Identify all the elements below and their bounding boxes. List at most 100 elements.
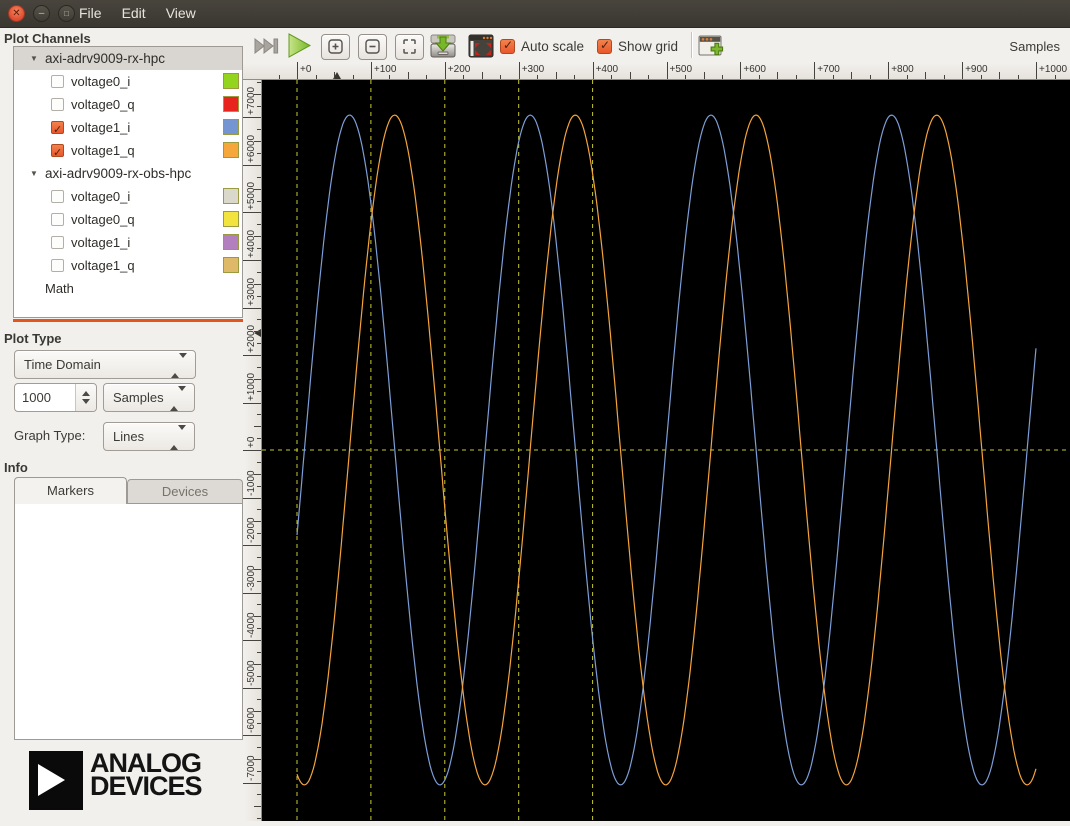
y-minor-tick bbox=[257, 366, 261, 368]
channel-row-axi-adrv9009-rx-hpc-voltage1_i[interactable]: ✓ voltage1_i bbox=[14, 116, 242, 139]
y-ruler[interactable]: +7000 +6000 +5000 +4000 +3000 +2000 +1000 +0 -10… bbox=[243, 80, 262, 821]
close-button[interactable]: ✕ bbox=[8, 5, 25, 22]
channel-label: voltage1_i bbox=[71, 120, 131, 135]
waveform-canvas bbox=[262, 80, 1070, 821]
channel-color-swatch[interactable] bbox=[223, 142, 239, 158]
math-row[interactable]: Math bbox=[14, 277, 242, 300]
show-grid-label: Show grid bbox=[618, 39, 679, 54]
zoom-fit-button[interactable] bbox=[395, 34, 424, 60]
sample-count-input[interactable] bbox=[15, 384, 80, 411]
channel-label: voltage1_q bbox=[71, 143, 135, 158]
y-major-tick bbox=[243, 735, 261, 736]
tab-devices[interactable]: Devices bbox=[127, 479, 243, 504]
device-row-axi-adrv9009-rx-obs-hpc[interactable]: ▼ axi-adrv9009-rx-obs-hpc bbox=[14, 162, 242, 185]
channel-row-axi-adrv9009-rx-hpc-voltage0_i[interactable]: voltage0_i bbox=[14, 70, 242, 93]
toolbar-separator bbox=[691, 32, 692, 58]
x-tick-label: +500 bbox=[669, 64, 693, 75]
channel-color-swatch[interactable] bbox=[223, 257, 239, 273]
expander-triangle-icon[interactable]: ▼ bbox=[30, 47, 38, 70]
plot-type-heading: Plot Type bbox=[4, 331, 62, 346]
channel-color-swatch[interactable] bbox=[223, 96, 239, 112]
new-plot-icon[interactable] bbox=[697, 33, 727, 60]
channel-label: voltage1_q bbox=[71, 258, 135, 273]
channel-checkbox[interactable] bbox=[51, 98, 64, 111]
menu-edit[interactable]: Edit bbox=[115, 0, 153, 27]
x-ruler[interactable]: +0 +100 +200 +300 +400 +500 +600 +700 +800 +900 +1… bbox=[262, 62, 1070, 80]
x-minor-tick bbox=[574, 75, 576, 79]
channel-row-axi-adrv9009-rx-obs-hpc-voltage0_i[interactable]: voltage0_i bbox=[14, 185, 242, 208]
panel-separator[interactable] bbox=[13, 319, 243, 322]
channel-color-swatch[interactable] bbox=[223, 73, 239, 89]
channel-color-swatch[interactable] bbox=[223, 188, 239, 204]
menu-view[interactable]: View bbox=[159, 0, 203, 27]
channel-color-swatch[interactable] bbox=[223, 119, 239, 135]
channel-row-axi-adrv9009-rx-obs-hpc-voltage1_i[interactable]: voltage1_i bbox=[14, 231, 242, 254]
y-major-tick bbox=[243, 545, 261, 546]
spinner-buttons[interactable] bbox=[75, 384, 96, 411]
x-minor-tick bbox=[832, 75, 834, 79]
x-tick-label: +900 bbox=[965, 64, 988, 75]
x-minor-tick bbox=[611, 75, 613, 79]
plot-type-select[interactable]: Time Domain bbox=[14, 350, 196, 379]
y-minor-tick bbox=[257, 533, 261, 535]
capture-once-icon[interactable] bbox=[254, 38, 279, 54]
y-major-tick bbox=[243, 307, 261, 309]
auto-scale-checkbox[interactable]: ✓ bbox=[500, 38, 515, 54]
y-minor-tick bbox=[254, 236, 261, 238]
channel-tree[interactable]: ▼ axi-adrv9009-rx-hpc voltage0_i voltage0_q… bbox=[13, 46, 243, 318]
y-minor-tick bbox=[257, 438, 261, 440]
x-minor-tick bbox=[721, 75, 723, 79]
y-major-tick bbox=[243, 450, 261, 451]
y-tick-label: +7000 bbox=[246, 87, 257, 116]
channel-row-axi-adrv9009-rx-hpc-voltage0_q[interactable]: voltage0_q bbox=[14, 93, 242, 116]
sample-count-spinner[interactable] bbox=[14, 383, 97, 412]
y-minor-tick bbox=[254, 141, 261, 143]
x-minor-tick bbox=[925, 72, 927, 79]
x-minor-tick bbox=[426, 75, 428, 79]
minimize-button[interactable]: – bbox=[33, 5, 50, 22]
sample-unit-select[interactable]: Samples bbox=[103, 383, 195, 412]
device-row-axi-adrv9009-rx-hpc[interactable]: ▼ axi-adrv9009-rx-hpc bbox=[14, 47, 242, 70]
menu-file[interactable]: File bbox=[72, 0, 109, 27]
show-grid-checkbox[interactable]: ✓ bbox=[597, 38, 612, 54]
channel-checkbox[interactable] bbox=[51, 190, 64, 203]
y-minor-tick bbox=[257, 818, 261, 820]
channel-checkbox[interactable]: ✓ bbox=[51, 121, 64, 136]
y-minor-tick bbox=[257, 81, 261, 83]
x-minor-tick bbox=[851, 72, 853, 79]
channel-checkbox[interactable]: ✓ bbox=[51, 144, 64, 159]
zoom-out-button[interactable] bbox=[358, 34, 387, 60]
expander-triangle-icon[interactable]: ▼ bbox=[30, 162, 38, 185]
tab-markers[interactable]: Markers bbox=[14, 477, 127, 504]
y-minor-tick bbox=[257, 224, 261, 226]
x-tick-label: +400 bbox=[595, 64, 619, 75]
zoom-in-button[interactable] bbox=[321, 34, 350, 60]
x-tick-label: +100 bbox=[373, 64, 397, 75]
graph-type-select[interactable]: Lines bbox=[103, 422, 195, 451]
channel-row-axi-adrv9009-rx-obs-hpc-voltage0_q[interactable]: voltage0_q bbox=[14, 208, 242, 231]
y-minor-tick bbox=[257, 770, 261, 772]
x-minor-tick bbox=[795, 75, 797, 79]
waveform-plot[interactable] bbox=[262, 80, 1070, 821]
save-icon[interactable] bbox=[429, 32, 457, 61]
channel-checkbox[interactable] bbox=[51, 259, 64, 272]
y-major-tick bbox=[243, 117, 261, 119]
channel-color-swatch[interactable] bbox=[223, 234, 239, 250]
fullscreen-icon[interactable] bbox=[467, 33, 495, 60]
y-minor-tick bbox=[254, 758, 261, 760]
channel-checkbox[interactable] bbox=[51, 75, 64, 88]
play-button[interactable] bbox=[286, 32, 313, 59]
x-tick-label: +0 bbox=[300, 64, 312, 75]
x-minor-tick bbox=[481, 72, 483, 79]
channel-color-swatch[interactable] bbox=[223, 211, 239, 227]
channel-row-axi-adrv9009-rx-obs-hpc-voltage1_q[interactable]: voltage1_q bbox=[14, 254, 242, 277]
channel-checkbox[interactable] bbox=[51, 213, 64, 226]
channel-checkbox[interactable] bbox=[51, 236, 64, 249]
x-major-tick bbox=[1036, 62, 1037, 79]
ruler-corner bbox=[243, 62, 262, 80]
y-minor-tick bbox=[254, 711, 261, 713]
y-minor-tick bbox=[257, 485, 261, 487]
y-minor-tick bbox=[257, 153, 261, 155]
channel-row-axi-adrv9009-rx-hpc-voltage1_q[interactable]: ✓ voltage1_q bbox=[14, 139, 242, 162]
y-minor-tick bbox=[257, 129, 261, 131]
